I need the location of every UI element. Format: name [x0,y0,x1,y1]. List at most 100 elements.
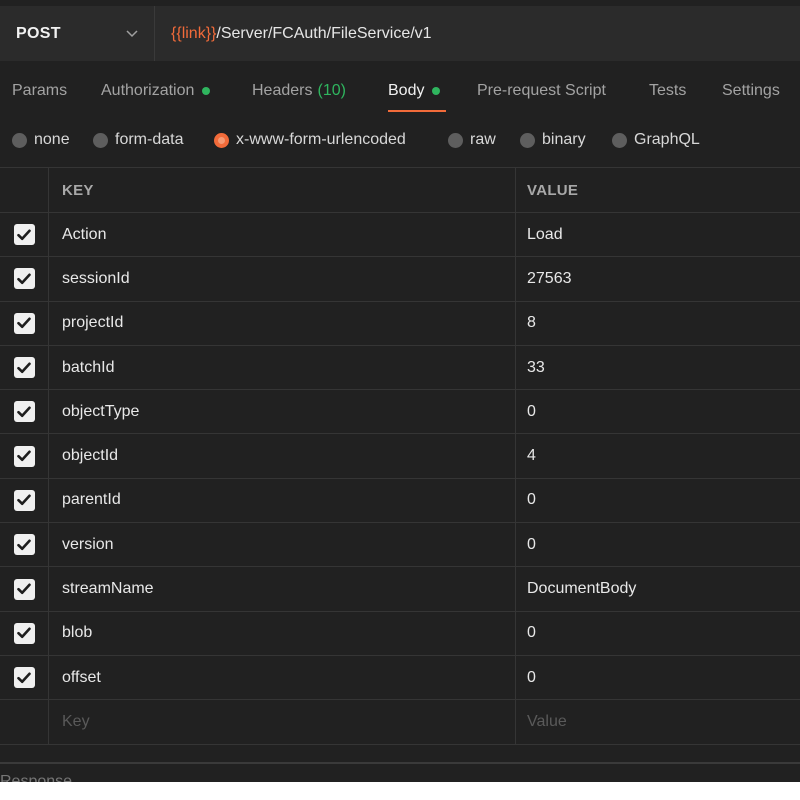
checkbox-checked-icon[interactable] [13,445,35,467]
tab-label: Body [388,82,425,99]
row-check-cell [0,345,49,390]
table-row: objectId 4 [0,434,800,479]
checkbox-checked-icon[interactable] [13,312,35,334]
active-tab-indicator [388,110,446,112]
radio-label: form-data [115,131,184,148]
status-dot-icon [202,87,211,95]
radio-x-www-form-urlencoded[interactable]: x-www-form-urlencoded [214,118,406,162]
params-table: KEY VALUE Action Load sessionId 27563 projec… [0,167,800,745]
key-cell[interactable]: streamName [49,567,516,611]
url-input[interactable]: {{link}}/Server/FCAuth/FileService/v1 [155,6,800,61]
radio-circle-icon [612,132,627,148]
radio-none[interactable]: none [12,118,70,162]
radio-circle-icon [12,132,27,148]
row-check-cell [0,655,49,700]
tab-headers[interactable]: Headers (10) [252,68,346,114]
tab-label: Headers [252,82,313,99]
checkbox-checked-icon[interactable] [13,578,35,600]
tab-pre-request-script[interactable]: Pre-request Script [477,68,606,114]
checkbox-checked-icon[interactable] [13,401,35,423]
row-check-cell [0,567,49,611]
tab-tests[interactable]: Tests [649,68,686,114]
radio-form-data[interactable]: form-data [93,118,183,162]
key-cell[interactable]: blob [49,611,516,655]
radio-raw[interactable]: raw [448,118,496,162]
new-value-input[interactable]: Value [516,700,800,743]
body-type-selector: none form-data x-www-form-urlencoded raw… [0,118,800,162]
value-column-header: VALUE [527,181,579,199]
row-check-cell [0,213,49,257]
radio-label: raw [470,131,496,148]
radio-circle-icon [93,132,108,148]
table-row: offset 0 [0,655,800,701]
checkbox-checked-icon[interactable] [13,489,35,511]
row-check-cell [0,523,49,567]
headers-count: (10) [317,82,346,99]
checkbox-checked-icon[interactable] [13,224,35,246]
url-path: /Server/FCAuth/FileService/v1 [216,24,432,42]
url-variable: {{link}} [171,24,217,42]
value-cell[interactable]: 0 [516,523,800,566]
key-cell[interactable]: projectId [49,301,516,345]
new-key-input[interactable]: Key [49,700,516,744]
table-row: batchId 33 [0,345,800,391]
radio-circle-icon [448,132,463,148]
table-row-new: Key Value [0,700,800,745]
checkbox-checked-icon[interactable] [13,268,35,290]
response-section-label: Response [0,773,73,782]
value-cell[interactable]: 33 [516,346,800,389]
row-check-cell [0,434,49,478]
tab-label: Settings [722,82,780,99]
value-cell[interactable]: 0 [516,612,800,655]
key-cell[interactable]: Action [49,213,516,257]
value-cell[interactable]: 0 [516,656,800,699]
method-select[interactable]: POST [0,6,155,61]
panel-divider[interactable] [0,762,800,764]
status-dot-icon [432,87,441,95]
row-check-cell [0,611,49,655]
header-check-cell [0,168,49,212]
key-cell[interactable]: sessionId [49,257,516,301]
bottom-edge [0,782,800,800]
radio-label: binary [542,131,586,148]
value-cell[interactable]: 8 [516,302,800,345]
table-header-row: KEY VALUE [0,168,800,213]
radio-binary[interactable]: binary [520,118,586,162]
tab-params[interactable]: Params [12,68,67,114]
key-cell[interactable]: parentId [49,478,516,523]
key-cell[interactable]: objectId [49,434,516,478]
value-cell[interactable]: 27563 [516,257,800,300]
row-check-cell [0,301,49,345]
radio-checked-icon [214,132,229,148]
checkbox-checked-icon[interactable] [13,667,35,689]
table-row: streamName DocumentBody [0,567,800,612]
empty-check-cell [0,700,49,744]
value-cell[interactable]: DocumentBody [516,567,800,610]
value-cell[interactable]: 0 [516,479,800,522]
tab-body[interactable]: Body [388,68,441,114]
key-cell[interactable]: batchId [49,345,516,390]
request-tabs: Params Authorization Headers (10) Body P… [0,68,800,114]
tab-label: Pre-request Script [477,82,606,99]
table-row: objectType 0 [0,390,800,435]
checkbox-checked-icon[interactable] [13,534,35,556]
method-label: POST [16,24,61,42]
tab-label: Tests [649,82,687,99]
tab-settings[interactable]: Settings [722,68,780,114]
key-cell[interactable]: objectType [49,390,516,434]
postman-request-editor: POST {{link}}/Server/FCAuth/FileService/… [0,0,800,800]
value-cell[interactable]: 4 [516,434,800,477]
checkbox-checked-icon[interactable] [13,357,35,379]
tab-authorization[interactable]: Authorization [101,68,211,114]
radio-graphql[interactable]: GraphQL [612,118,700,162]
value-cell[interactable]: Load [516,213,800,256]
key-cell[interactable]: version [49,523,516,567]
value-cell[interactable]: 0 [516,390,800,433]
key-cell[interactable]: offset [49,655,516,700]
request-url-bar: POST {{link}}/Server/FCAuth/FileService/… [0,6,800,61]
row-check-cell [0,390,49,434]
table-row: blob 0 [0,611,800,656]
table-row: version 0 [0,523,800,568]
table-row: projectId 8 [0,301,800,346]
checkbox-checked-icon[interactable] [13,622,35,644]
